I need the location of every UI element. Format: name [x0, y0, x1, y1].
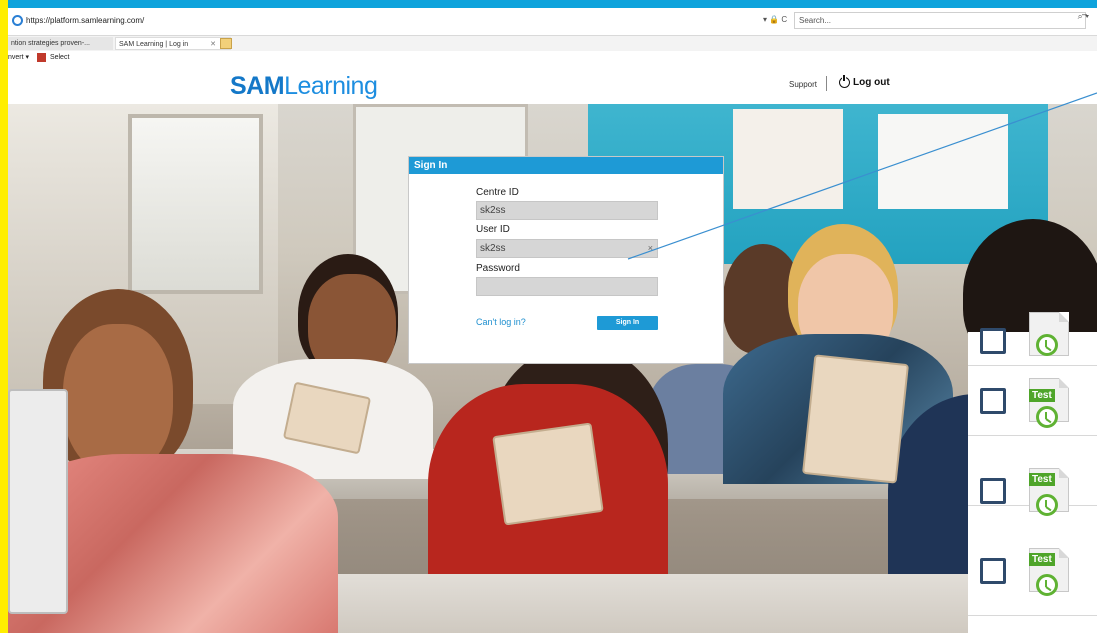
- photo-tablet: [801, 354, 910, 484]
- test-tag: Test: [1029, 473, 1055, 486]
- task-row[interactable]: [968, 296, 1097, 366]
- photo-poster: [878, 114, 1008, 209]
- sam-learning-logo[interactable]: SAMLearning: [230, 72, 378, 101]
- dropdown-icon[interactable]: ▾: [26, 54, 30, 61]
- test-tag: Test: [1029, 389, 1055, 402]
- frame-left-border: [0, 0, 8, 633]
- photo-student: [63, 324, 173, 474]
- centre-id-label: Centre ID: [476, 187, 519, 198]
- browser-address-bar: https://platform.samlearning.com/ ▾ 🔒 C …: [8, 8, 1097, 36]
- centre-id-field[interactable]: sk2ss: [476, 201, 658, 220]
- close-tab-icon[interactable]: ✕: [210, 38, 216, 49]
- browser-tabs: ntion strategies proven-... SAM Learning…: [8, 36, 1097, 51]
- task-list-panel: Test Test Test: [968, 312, 1097, 633]
- command-bar: nvert ▾ Select: [8, 51, 1097, 65]
- select-menu[interactable]: Select: [50, 54, 69, 61]
- photo-poster: [733, 109, 843, 209]
- cant-login-link[interactable]: Can't log in?: [476, 317, 526, 327]
- photo-tablet: [492, 422, 604, 526]
- user-id-label: User ID: [476, 224, 510, 235]
- signin-title: Sign In: [409, 157, 723, 174]
- tab-label: ntion strategies proven-...: [11, 40, 90, 47]
- minimize-button[interactable]: –: [1082, 9, 1087, 19]
- signin-dialog: Sign In Centre ID sk2ss User ID sk2ss × …: [408, 156, 724, 364]
- clear-icon[interactable]: ×: [648, 240, 653, 257]
- centre-id-value: sk2ss: [480, 205, 506, 216]
- logo-bold: SAM: [230, 72, 285, 100]
- task-checkbox[interactable]: [980, 478, 1006, 504]
- search-input[interactable]: Search...: [794, 12, 1086, 29]
- tab-retention[interactable]: ntion strategies proven-...: [8, 37, 113, 50]
- task-checkbox[interactable]: [980, 388, 1006, 414]
- logout-link[interactable]: Log out: [839, 75, 890, 88]
- test-tag: Test: [1029, 553, 1055, 566]
- photo-window: [128, 114, 263, 294]
- clock-icon: [1036, 334, 1058, 356]
- power-icon: [839, 75, 850, 88]
- password-label: Password: [476, 263, 520, 274]
- support-link[interactable]: Support: [789, 80, 817, 89]
- password-field[interactable]: [476, 277, 658, 296]
- task-row[interactable]: Test: [968, 506, 1097, 616]
- url-text: https://platform.samlearning.com/: [26, 16, 145, 25]
- pdf-icon: [36, 52, 46, 62]
- convert-menu[interactable]: nvert: [8, 54, 24, 61]
- frame-top-border: [0, 0, 1097, 8]
- address-controls[interactable]: ▾ 🔒 C: [763, 15, 787, 24]
- tab-sam-login[interactable]: SAM Learning | Log in ✕: [115, 37, 231, 50]
- logout-label: Log out: [853, 77, 890, 88]
- task-checkbox[interactable]: [980, 558, 1006, 584]
- site-header: SAMLearning Support Log out: [8, 65, 1097, 104]
- tab-label: SAM Learning | Log in: [119, 41, 189, 48]
- new-tab-button[interactable]: [220, 38, 232, 49]
- search-placeholder: Search...: [799, 16, 832, 25]
- clock-icon: [1036, 406, 1058, 428]
- task-checkbox[interactable]: [980, 328, 1006, 354]
- browser-icon: [12, 15, 23, 26]
- task-row[interactable]: Test: [968, 366, 1097, 436]
- logo-light: Learning: [284, 72, 378, 100]
- photo-tablet: [8, 389, 68, 614]
- nav-divider: [826, 76, 827, 91]
- task-row[interactable]: Test: [968, 436, 1097, 516]
- clock-icon: [1036, 574, 1058, 596]
- signin-button[interactable]: Sign In: [597, 316, 658, 330]
- user-id-value: sk2ss: [480, 243, 506, 254]
- user-id-field[interactable]: sk2ss ×: [476, 239, 658, 258]
- address-url[interactable]: https://platform.samlearning.com/: [12, 15, 144, 26]
